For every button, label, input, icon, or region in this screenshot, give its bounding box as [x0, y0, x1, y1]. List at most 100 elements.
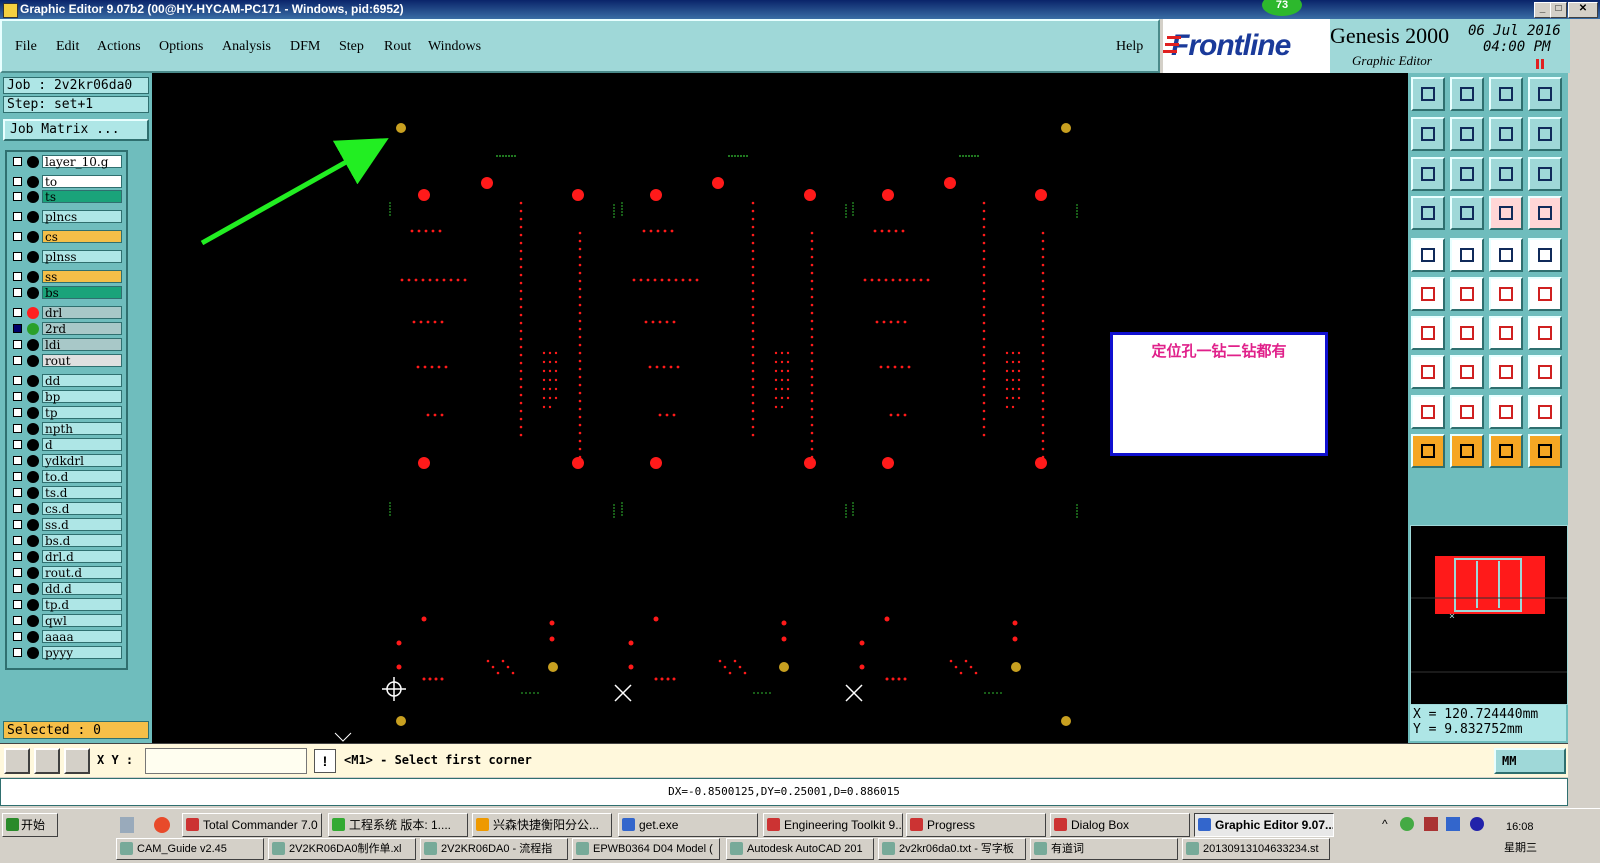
layer-affected-slot[interactable] [27, 423, 39, 435]
layer-affected-slot[interactable] [27, 519, 39, 531]
layer-row-ydkdrl[interactable]: ydkdrl [9, 454, 122, 468]
layer-row-plncs[interactable]: plncs [9, 210, 122, 224]
layer-row-to[interactable]: to [9, 175, 122, 189]
layer-row-dd[interactable]: dd [9, 374, 122, 388]
menu-step[interactable]: Step [339, 39, 364, 55]
snapshot-icon[interactable] [1411, 238, 1445, 272]
layer-row-to.d[interactable]: to.d [9, 470, 122, 484]
layer-checkbox[interactable] [13, 232, 22, 241]
slash-icon[interactable] [1450, 316, 1484, 350]
taskbar-button[interactable]: get.exe [618, 813, 758, 837]
layer-name[interactable]: npth [42, 422, 122, 436]
layer-affected-slot[interactable] [27, 339, 39, 351]
pan-right-icon[interactable] [1450, 117, 1484, 151]
layer-row-bp[interactable]: bp [9, 390, 122, 404]
layer-affected-slot[interactable] [27, 355, 39, 367]
taskbar-button[interactable]: Progress [906, 813, 1046, 837]
layer-name[interactable]: ts.d [42, 486, 122, 500]
layer-checkbox[interactable] [13, 600, 22, 609]
layer-checkbox[interactable] [13, 440, 22, 449]
net-icon[interactable] [1489, 196, 1523, 230]
layer-name[interactable]: pyyy [42, 646, 122, 660]
layer-name[interactable]: ss.d [42, 518, 122, 532]
layer-row-bs.d[interactable]: bs.d [9, 534, 122, 548]
layer-checkbox[interactable] [13, 616, 22, 625]
layer-name[interactable]: tp.d [42, 598, 122, 612]
layer-affected-slot[interactable] [27, 567, 39, 579]
home-icon[interactable] [1489, 77, 1523, 111]
fill-icon[interactable] [1411, 395, 1445, 429]
shape-a-icon[interactable] [1489, 395, 1523, 429]
pan-left-icon[interactable] [1411, 117, 1445, 151]
layer-row-layer_10.g[interactable]: layer_10.g [9, 155, 122, 169]
measure-icon[interactable] [1450, 196, 1484, 230]
taskbar-button[interactable]: Autodesk AutoCAD 201 [726, 838, 874, 860]
connect-icon[interactable] [1411, 277, 1445, 311]
layer-checkbox[interactable] [13, 648, 22, 657]
layer-affected-slot[interactable] [27, 211, 39, 223]
bluetooth-icon[interactable] [1470, 817, 1484, 831]
layer-checkbox[interactable] [13, 252, 22, 261]
layer-name[interactable]: rout.d [42, 566, 122, 580]
layer-affected-slot[interactable] [27, 631, 39, 643]
layer-checkbox[interactable] [13, 308, 22, 317]
layer-checkbox[interactable] [13, 456, 22, 465]
layer-affected-slot[interactable] [27, 375, 39, 387]
layer-checkbox[interactable] [13, 157, 22, 166]
layer-row-rout[interactable]: rout [9, 354, 122, 368]
layer-affected-slot[interactable] [27, 191, 39, 203]
overview-panel[interactable]: × [1410, 525, 1568, 705]
cross-icon[interactable] [1450, 277, 1484, 311]
units-button[interactable]: MM [1494, 748, 1566, 774]
layer-name[interactable]: layer_10.g [42, 155, 122, 169]
fit-icon[interactable] [1411, 157, 1445, 191]
taskbar-button[interactable]: 20130913104633234.st [1182, 838, 1330, 860]
layer-affected-slot[interactable] [27, 156, 39, 168]
route-icon[interactable] [1528, 434, 1562, 468]
zoom-window-icon[interactable] [4, 748, 30, 774]
arc-icon[interactable] [1528, 277, 1562, 311]
snap-pointer-icon[interactable] [1489, 434, 1523, 468]
layer-row-cs[interactable]: cs [9, 230, 122, 244]
taskbar-button[interactable]: 兴森快捷衡阳分公... [472, 813, 612, 837]
job-matrix-button[interactable]: Job Matrix ... [3, 119, 149, 141]
tray-expand-icon[interactable]: ^ [1382, 817, 1394, 831]
layer-checkbox[interactable] [13, 568, 22, 577]
layer-affected-slot[interactable] [27, 615, 39, 627]
taskbar-button[interactable]: 2V2KR06DA0制作单.xl [268, 838, 416, 860]
taskbar-button[interactable]: 有道词 [1030, 838, 1178, 860]
taskbar-button[interactable]: 2v2kr06da0.txt - 写字板 [878, 838, 1026, 860]
layer-checkbox[interactable] [13, 424, 22, 433]
layer-affected-slot[interactable] [27, 471, 39, 483]
menu-actions[interactable]: Actions [97, 39, 141, 55]
layer-affected-slot[interactable] [27, 487, 39, 499]
alert-icon[interactable]: ! [314, 749, 336, 773]
layer-name[interactable]: 2rd [42, 322, 122, 336]
drill-icon[interactable] [1528, 196, 1562, 230]
tray-icon[interactable] [1424, 817, 1438, 831]
measure-width-icon[interactable] [1489, 355, 1523, 389]
menu-help[interactable]: Help [1116, 39, 1143, 55]
select-area-icon[interactable] [1411, 355, 1445, 389]
layer-name[interactable]: drl [42, 306, 122, 320]
taskbar-button[interactable]: Graphic Editor 9.07... [1194, 813, 1334, 837]
layer-checkbox[interactable] [13, 488, 22, 497]
quicklaunch-icon[interactable] [120, 817, 134, 833]
triangle-icon[interactable] [1450, 395, 1484, 429]
quicklaunch-chrome-icon[interactable] [154, 817, 170, 833]
layer-name[interactable]: to.d [42, 470, 122, 484]
menu-rout[interactable]: Rout [384, 39, 411, 55]
taskbar-button[interactable]: Total Commander 7.0 ... [182, 813, 322, 837]
layer-name[interactable]: to [42, 175, 122, 189]
angle-icon[interactable] [1411, 316, 1445, 350]
layer-name[interactable]: bs.d [42, 534, 122, 548]
layer-row-aaaa[interactable]: aaaa [9, 630, 122, 644]
layer-affected-slot[interactable] [27, 583, 39, 595]
rotate-icon[interactable] [1489, 316, 1523, 350]
measure-icon[interactable] [34, 748, 60, 774]
layer-name[interactable]: tp [42, 406, 122, 420]
layer-checkbox[interactable] [13, 212, 22, 221]
layer-name[interactable]: rout [42, 354, 122, 368]
taskbar-button[interactable]: CAM_Guide v2.45 [116, 838, 264, 860]
line-icon[interactable] [1489, 277, 1523, 311]
